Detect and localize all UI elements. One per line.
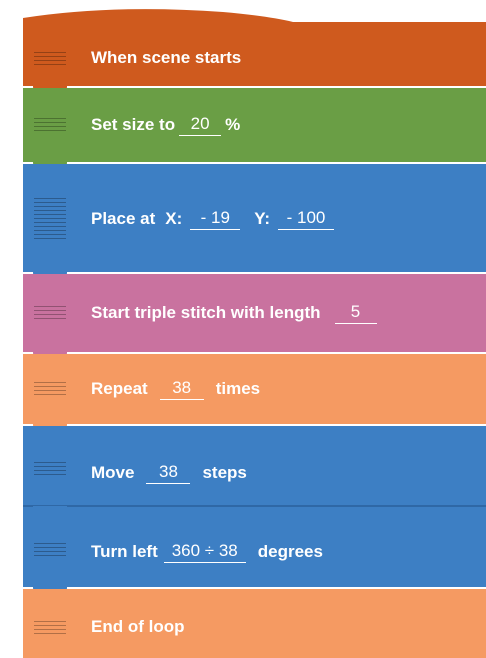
block-label: Move bbox=[91, 463, 135, 482]
drag-handle-icon[interactable] bbox=[34, 619, 66, 635]
times-label: times bbox=[215, 379, 261, 398]
steps-input[interactable]: 38 bbox=[146, 462, 191, 484]
drag-handle-icon[interactable] bbox=[34, 304, 66, 320]
steps-label: steps bbox=[202, 463, 247, 482]
hat-cap-shape bbox=[23, 9, 486, 30]
percent-label: % bbox=[225, 115, 241, 134]
block-label: Place at bbox=[91, 209, 156, 228]
degrees-input[interactable]: 360 ÷ 38 bbox=[163, 541, 246, 563]
y-label: Y: bbox=[254, 209, 271, 228]
end-of-loop-block[interactable]: End of loop bbox=[23, 589, 486, 658]
y-input[interactable]: - 100 bbox=[278, 208, 335, 230]
block-label: When scene starts bbox=[91, 48, 242, 67]
repeat-count-input[interactable]: 38 bbox=[159, 378, 204, 400]
drag-handle-icon[interactable] bbox=[34, 50, 66, 66]
move-block[interactable]: Move 38 steps bbox=[23, 426, 486, 506]
drag-handle-icon[interactable] bbox=[34, 380, 66, 396]
drag-handle-icon[interactable] bbox=[34, 541, 66, 557]
when-scene-starts-block[interactable]: When scene starts bbox=[23, 30, 486, 86]
stitch-length-input[interactable]: 5 bbox=[334, 302, 377, 324]
block-label: Set size to bbox=[91, 115, 176, 134]
size-input[interactable]: 20 bbox=[179, 114, 222, 136]
block-label: Start triple stitch with length bbox=[91, 303, 321, 322]
block-label: Repeat bbox=[91, 379, 148, 398]
block-label: Turn left bbox=[91, 542, 158, 561]
drag-handle-icon[interactable] bbox=[34, 116, 66, 132]
block-label: End of loop bbox=[91, 617, 185, 636]
degrees-label: degrees bbox=[257, 542, 323, 561]
repeat-block[interactable]: Repeat 38 times bbox=[23, 354, 486, 424]
turn-left-block[interactable]: Turn left 360 ÷ 38 degrees bbox=[23, 507, 486, 587]
drag-handle-icon[interactable] bbox=[34, 196, 66, 240]
x-label: X: bbox=[165, 209, 183, 228]
code-block-stack: When scene starts Set size to 20 % Place… bbox=[0, 0, 486, 658]
drag-handle-icon[interactable] bbox=[34, 460, 66, 476]
set-size-block[interactable]: Set size to 20 % bbox=[23, 88, 486, 162]
x-input[interactable]: - 19 bbox=[190, 208, 241, 230]
start-triple-stitch-block[interactable]: Start triple stitch with length 5 bbox=[23, 274, 486, 352]
place-at-block[interactable]: Place at X: - 19 Y: - 100 bbox=[23, 164, 486, 272]
